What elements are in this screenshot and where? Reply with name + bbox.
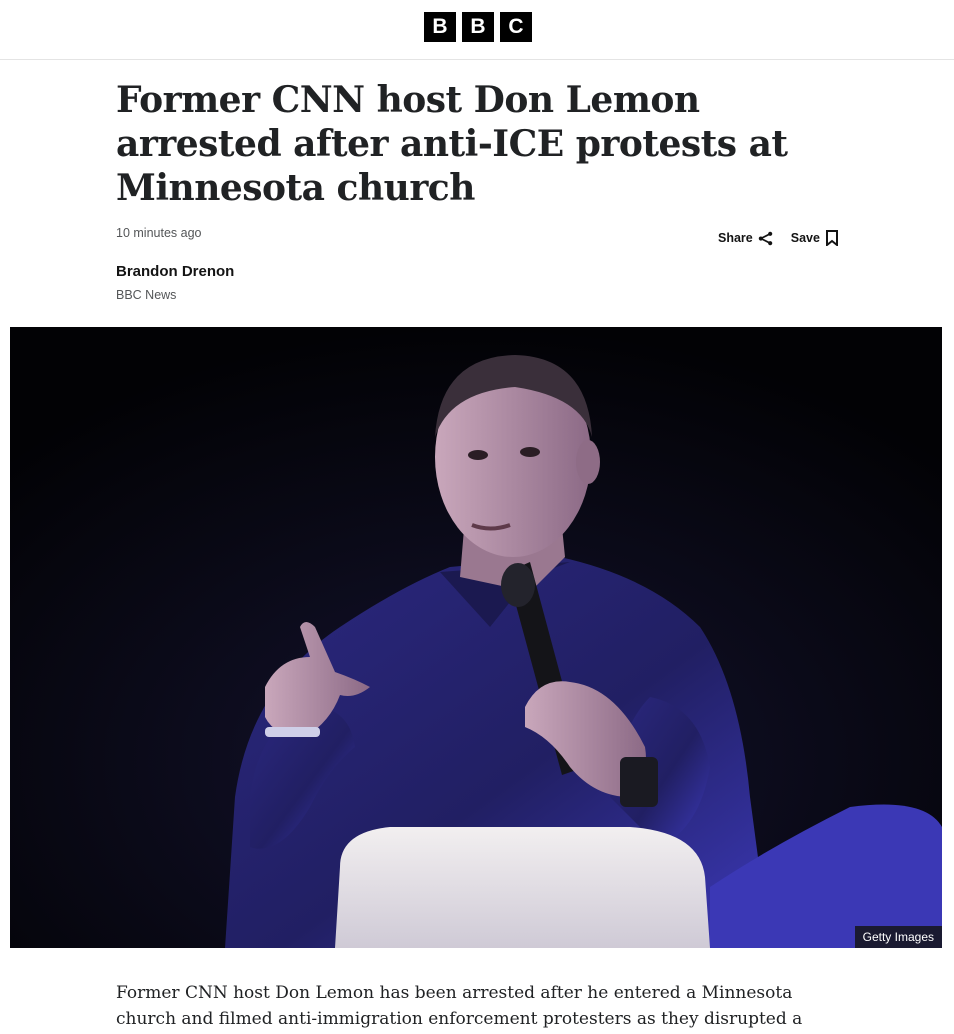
hero-photo bbox=[10, 327, 942, 948]
article-timestamp: 10 minutes ago bbox=[116, 226, 202, 240]
logo-letter: B bbox=[424, 12, 456, 42]
author-organization: BBC News bbox=[116, 288, 177, 302]
bbc-logo[interactable]: B B C bbox=[424, 12, 532, 42]
lead-paragraph: Former CNN host Don Lemon has been arres… bbox=[116, 983, 803, 1029]
logo-letter: C bbox=[500, 12, 532, 42]
logo-letter: B bbox=[462, 12, 494, 42]
hero-image: Getty Images bbox=[10, 327, 942, 948]
share-label: Share bbox=[718, 231, 753, 245]
save-button[interactable]: Save bbox=[791, 230, 839, 246]
site-header: B B C bbox=[0, 0, 954, 60]
save-label: Save bbox=[790, 231, 820, 245]
author-name[interactable]: Brandon Drenon bbox=[116, 263, 234, 280]
article-headline: Former CNN host Don Lemon arrested after… bbox=[116, 79, 788, 209]
image-credit: Getty Images bbox=[854, 926, 942, 948]
article-actions: Share Save bbox=[718, 230, 839, 246]
share-button[interactable]: Share bbox=[718, 231, 773, 246]
share-icon bbox=[758, 231, 772, 245]
bookmark-icon bbox=[825, 230, 838, 246]
